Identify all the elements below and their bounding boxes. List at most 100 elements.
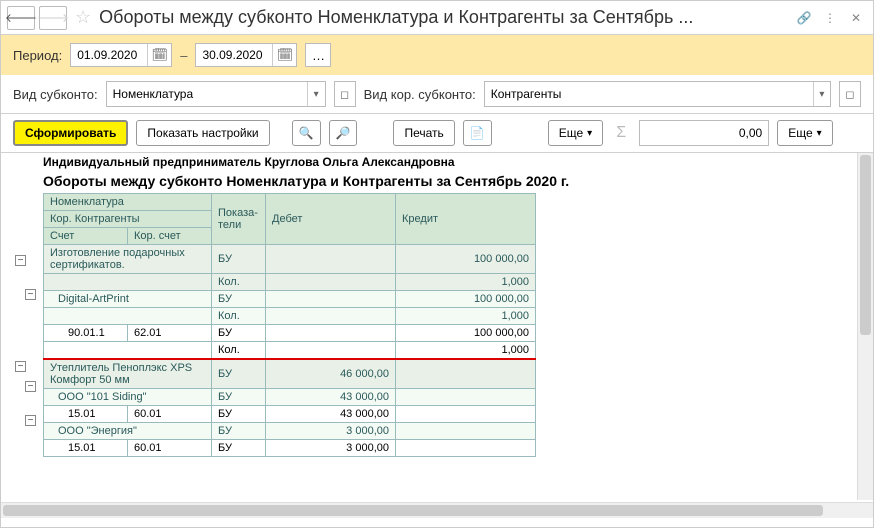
cell-debit <box>266 274 396 291</box>
chevron-down-icon[interactable]: ▾ <box>813 82 830 106</box>
cell-credit <box>396 359 536 389</box>
cell-debit: 43 000,00 <box>266 389 396 406</box>
cell-credit: 1,000 <box>396 308 536 325</box>
cell-debit <box>266 325 396 342</box>
link-icon[interactable]: 🔗 <box>793 7 815 29</box>
period-label: Период: <box>13 48 62 63</box>
table-row[interactable]: Кол. 1,000 <box>44 308 536 325</box>
titlebar: 🡐 🡒 ☆ Обороты между субконто Номенклатур… <box>1 1 873 35</box>
subconto-input[interactable] <box>107 82 307 106</box>
hdr-acct: Счет <box>44 228 128 245</box>
cell-ind: БУ <box>212 406 266 423</box>
cell-credit <box>396 406 536 423</box>
cell-kacct: 60.01 <box>128 406 212 423</box>
chevron-down-icon[interactable]: ▾ <box>307 82 325 106</box>
find-button[interactable]: 🔍 <box>292 120 321 146</box>
cell-credit: 1,000 <box>396 274 536 291</box>
cell-ind: Кол. <box>212 308 266 325</box>
hdr-credit: Кредит <box>396 194 536 245</box>
cell-debit: 3 000,00 <box>266 423 396 440</box>
date-from-input[interactable] <box>71 44 147 66</box>
forward-button[interactable]: 🡒 <box>39 6 67 30</box>
menu-icon[interactable]: ⋮ <box>819 7 841 29</box>
subconto-bar: Вид субконто: ▾ ◻ Вид кор. субконто: ▾ ◻ <box>1 75 873 114</box>
form-button[interactable]: Сформировать <box>13 120 128 146</box>
cell-name: Утеплитель Пеноплэкс XPS Комфорт 50 мм <box>44 359 212 389</box>
cell-ind: БУ <box>212 325 266 342</box>
cell-credit <box>396 423 536 440</box>
tree-collapse-button[interactable]: − <box>15 361 26 372</box>
calendar-icon[interactable]: 🗓 <box>272 44 296 66</box>
table-row[interactable]: Кол.1,000 <box>44 274 536 291</box>
tree-collapse-button[interactable]: − <box>25 381 36 392</box>
print-button[interactable]: Печать <box>393 120 454 146</box>
cell-credit: 100 000,00 <box>396 291 536 308</box>
more2-button[interactable]: Еще▾ <box>777 120 832 146</box>
cell-name: ООО "Энергия" <box>44 423 212 440</box>
kor-subconto-input[interactable] <box>485 82 813 106</box>
subconto-select[interactable]: ▾ <box>106 81 326 107</box>
expand-button[interactable]: ◻ <box>839 81 861 107</box>
table-row[interactable]: 15.0160.01БУ43 000,00 <box>44 406 536 423</box>
cell-name <box>44 308 212 325</box>
table-row[interactable]: Утеплитель Пеноплэкс XPS Комфорт 50 ммБУ… <box>44 359 536 389</box>
settings-button[interactable]: Показать настройки <box>136 120 269 146</box>
back-button[interactable]: 🡐 <box>7 6 35 30</box>
cell-ind: БУ <box>212 423 266 440</box>
kor-subconto-label: Вид кор. субконто: <box>364 87 476 102</box>
cell-debit <box>266 245 396 274</box>
report-scroll[interactable]: Индивидуальный предприниматель Круглова … <box>43 153 873 518</box>
cell-acct: 15.01 <box>44 406 128 423</box>
expand-button[interactable]: ◻ <box>334 81 356 107</box>
table-row[interactable]: Digital-ArtPrintБУ100 000,00 <box>44 291 536 308</box>
calendar-icon[interactable]: 🗓 <box>147 44 171 66</box>
table-row[interactable]: Изготовление подарочных сертификатов.БУ1… <box>44 245 536 274</box>
date-from[interactable]: 🗓 <box>70 43 172 67</box>
hdr-debit: Дебет <box>266 194 396 245</box>
find-next-button[interactable]: 🔎 <box>329 120 358 146</box>
vertical-scrollbar[interactable] <box>857 153 873 500</box>
tree-collapse-button[interactable]: − <box>25 415 36 426</box>
cell-ind: БУ <box>212 389 266 406</box>
amount-field[interactable] <box>639 120 769 146</box>
org-name: Индивидуальный предприниматель Круглова … <box>43 153 873 171</box>
sigma-icon: Σ <box>611 124 631 142</box>
table-row[interactable]: ООО "101 Siding"БУ43 000,00 <box>44 389 536 406</box>
tree-collapse-button[interactable]: − <box>15 255 26 266</box>
table-row[interactable]: 15.0160.01БУ3 000,00 <box>44 440 536 457</box>
table-row[interactable]: 90.01.162.01БУ100 000,00 <box>44 325 536 342</box>
tree-column: − − − − − <box>1 153 43 518</box>
star-icon[interactable]: ☆ <box>75 7 91 28</box>
date-to-input[interactable] <box>196 44 272 66</box>
report-table: Номенклатура Показа- тели Дебет Кредит К… <box>43 193 536 457</box>
hdr-indicators: Показа- тели <box>212 194 266 245</box>
cell-credit: 100 000,00 <box>396 245 536 274</box>
horizontal-scrollbar[interactable] <box>1 502 873 518</box>
period-picker-button[interactable]: … <box>305 43 331 67</box>
more-button[interactable]: Еще▾ <box>548 120 603 146</box>
close-icon[interactable]: ✕ <box>845 7 867 29</box>
cell-debit: 46 000,00 <box>266 359 396 389</box>
cell-kacct: 62.01 <box>128 325 212 342</box>
cell-name: Digital-ArtPrint <box>44 291 212 308</box>
cell-ind: БУ <box>212 359 266 389</box>
period-bar: Период: 🗓 – 🗓 … <box>1 35 873 75</box>
cell-kacct: 60.01 <box>128 440 212 457</box>
cell-name: Изготовление подарочных сертификатов. <box>44 245 212 274</box>
cell-credit <box>396 389 536 406</box>
cell-name <box>44 274 212 291</box>
date-to[interactable]: 🗓 <box>195 43 297 67</box>
cell-debit: 43 000,00 <box>266 406 396 423</box>
cell-debit <box>266 291 396 308</box>
cell-credit: 1,000 <box>396 342 536 360</box>
table-row[interactable]: ООО "Энергия"БУ3 000,00 <box>44 423 536 440</box>
kor-subconto-select[interactable]: ▾ <box>484 81 831 107</box>
cell-debit <box>266 308 396 325</box>
preview-button[interactable]: 📄 <box>463 120 492 146</box>
subconto-label: Вид субконто: <box>13 87 98 102</box>
tree-collapse-button[interactable]: − <box>25 289 36 300</box>
table-row[interactable]: Кол.1,000 <box>44 342 536 360</box>
cell-name: ООО "101 Siding" <box>44 389 212 406</box>
report-area: − − − − − Индивидуальный предприниматель… <box>1 153 873 518</box>
period-sep: – <box>180 48 187 63</box>
